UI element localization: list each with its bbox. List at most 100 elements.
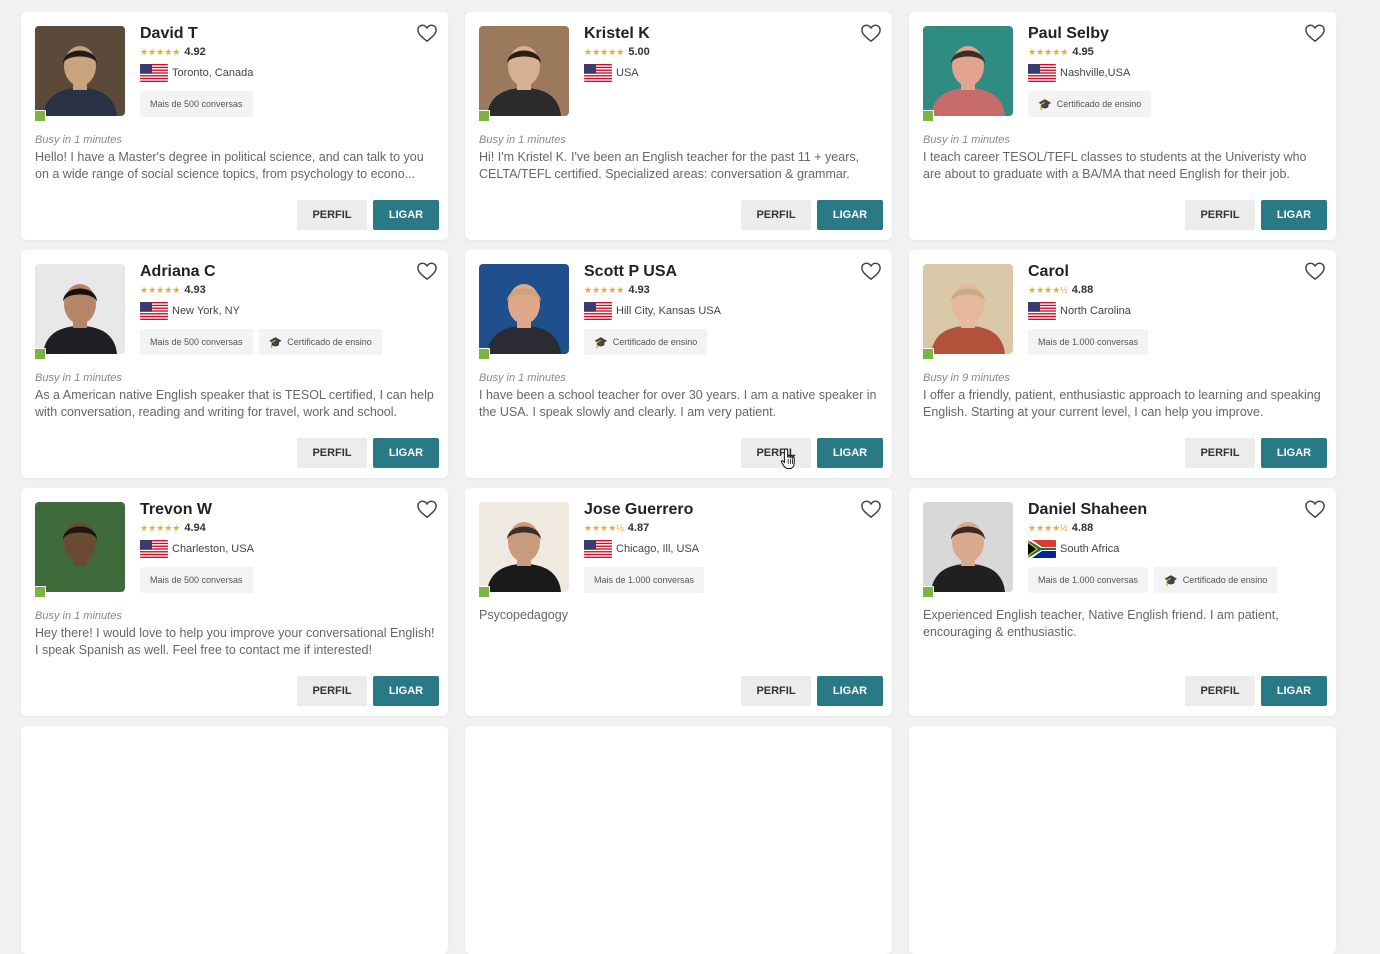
tutor-description: I offer a friendly, patient, enthusiasti… (923, 388, 1321, 419)
status-text: Busy in 1 minutes (35, 134, 122, 146)
star-rating-icon: ★★★★★ (584, 285, 625, 295)
online-status-dot (34, 586, 46, 598)
favorite-heart-icon[interactable] (1304, 23, 1326, 43)
location-text: New York, NY (172, 305, 240, 317)
tutor-photo[interactable] (35, 264, 125, 354)
tutor-name: Adriana C (140, 263, 216, 280)
location-text: Hill City, Kansas USA (616, 305, 721, 317)
profile-button[interactable]: PERFIL (297, 200, 367, 230)
tutor-name: Jose Guerrero (584, 501, 694, 518)
tutor-photo[interactable] (35, 26, 125, 116)
tutor-card: Daniel Shaheen ★★★★½ 4.88 South Africa Mais … (909, 488, 1336, 716)
favorite-heart-icon[interactable] (416, 23, 438, 43)
badge: 🎓 Certificado de ensino (584, 329, 708, 355)
star-rating-icon: ★★★★½ (1028, 523, 1068, 533)
call-button[interactable]: LIGAR (373, 438, 439, 468)
status-text: Busy in 1 minutes (479, 372, 566, 384)
tutor-photo[interactable] (479, 26, 569, 116)
tutor-photo[interactable] (479, 264, 569, 354)
call-button[interactable]: LIGAR (1261, 676, 1327, 706)
star-rating-icon: ★★★★★ (584, 47, 625, 57)
profile-button[interactable]: PERFIL (741, 676, 811, 706)
profile-button[interactable]: PERFIL (297, 438, 367, 468)
badge-list: 🎓 Certificado de ensino (584, 329, 708, 355)
star-rating-icon: ★★★★★ (140, 523, 181, 533)
tutor-photo[interactable] (923, 264, 1013, 354)
favorite-heart-icon[interactable] (860, 261, 882, 281)
favorite-heart-icon[interactable] (416, 261, 438, 281)
rating: ★★★★½ 4.88 (1028, 284, 1093, 296)
rating-value: 4.94 (184, 522, 206, 534)
tutor-card: Adriana C ★★★★★ 4.93 New York, NY Mais de 50… (21, 250, 448, 478)
tutor-photo[interactable] (35, 502, 125, 592)
tutor-card-partial (909, 726, 1336, 954)
tutor-description: Psycopedagogy (479, 608, 568, 622)
rating: ★★★★★ 4.92 (140, 46, 206, 58)
badge-list: Mais de 500 conversas (140, 91, 253, 117)
favorite-heart-icon[interactable] (1304, 499, 1326, 519)
tutor-name: Paul Selby (1028, 25, 1109, 42)
badge-label: Mais de 500 conversas (150, 575, 243, 585)
location-text: Charleston, USA (172, 543, 254, 555)
rating: ★★★★★ 4.94 (140, 522, 206, 534)
rating-value: 4.88 (1071, 284, 1094, 296)
badge-list: Mais de 1.000 conversas (1028, 329, 1149, 355)
call-button[interactable]: LIGAR (373, 676, 439, 706)
tutor-card: David T ★★★★★ 4.92 Toronto, Canada Mais de 5… (21, 12, 448, 240)
call-button[interactable]: LIGAR (1261, 200, 1327, 230)
location-text: North Carolina (1060, 305, 1131, 317)
tutor-description: I teach career TESOL/TEFL classes to stu… (923, 150, 1307, 181)
tutor-name: Daniel Shaheen (1028, 501, 1148, 518)
star-rating-icon: ★★★★★ (140, 47, 181, 57)
profile-button[interactable]: PERFIL (741, 200, 811, 230)
usa-flag-icon (140, 540, 168, 558)
usa-flag-icon (1028, 302, 1056, 320)
badge-label: Certificado de ensino (287, 337, 372, 347)
location-text: Chicago, Ill, USA (616, 543, 700, 555)
tutor-card: Paul Selby ★★★★★ 4.95 Nashville,USA 🎓 Certifi… (909, 12, 1336, 240)
badge: Mais de 500 conversas (140, 329, 253, 355)
star-rating-icon: ★★★★★ (1028, 47, 1069, 57)
tutor-photo[interactable] (923, 26, 1013, 116)
profile-button[interactable]: PERFIL (741, 438, 811, 468)
online-status-dot (478, 586, 490, 598)
badge-label: Mais de 1.000 conversas (1038, 575, 1139, 585)
badge: 🎓 Certificado de ensino (258, 329, 382, 355)
call-button[interactable]: LIGAR (1261, 438, 1327, 468)
rating-value: 4.95 (1072, 46, 1094, 58)
badge: Mais de 500 conversas (140, 567, 253, 593)
profile-button[interactable]: PERFIL (1185, 676, 1255, 706)
favorite-heart-icon[interactable] (1304, 261, 1326, 281)
profile-button[interactable]: PERFIL (1185, 438, 1255, 468)
tutor-description: Experienced English teacher, Native Engl… (923, 608, 1279, 639)
call-button[interactable]: LIGAR (373, 200, 439, 230)
location: Toronto, Canada (140, 64, 253, 82)
favorite-heart-icon[interactable] (860, 23, 882, 43)
favorite-heart-icon[interactable] (416, 499, 438, 519)
status-text: Busy in 1 minutes (35, 610, 122, 622)
call-button[interactable]: LIGAR (817, 676, 883, 706)
rating-value: 4.87 (627, 522, 650, 534)
badge: Mais de 500 conversas (140, 91, 253, 117)
tutor-card-partial (21, 726, 448, 954)
tutor-description: As a American native English speaker tha… (35, 388, 434, 419)
tutor-photo[interactable] (479, 502, 569, 592)
badge-label: Certificado de ensino (1056, 99, 1142, 109)
tutor-photo[interactable] (923, 502, 1013, 592)
profile-button[interactable]: PERFIL (1185, 200, 1255, 230)
favorite-heart-icon[interactable] (860, 499, 882, 519)
location-text: Toronto, Canada (172, 67, 254, 79)
rating: ★★★★★ 4.93 (584, 284, 650, 296)
location: Nashville,USA (1028, 64, 1130, 82)
status-text: Busy in 1 minutes (479, 134, 566, 146)
call-button[interactable]: LIGAR (817, 200, 883, 230)
location: USA (584, 64, 639, 82)
graduation-cap-icon: 🎓 (1164, 574, 1178, 587)
tutor-name: Trevon W (140, 501, 213, 518)
badge-label: Mais de 500 conversas (150, 99, 243, 109)
graduation-cap-icon: 🎓 (594, 336, 608, 349)
location-text: USA (616, 67, 639, 79)
profile-button[interactable]: PERFIL (297, 676, 367, 706)
call-button[interactable]: LIGAR (817, 438, 883, 468)
online-status-dot (478, 110, 490, 122)
